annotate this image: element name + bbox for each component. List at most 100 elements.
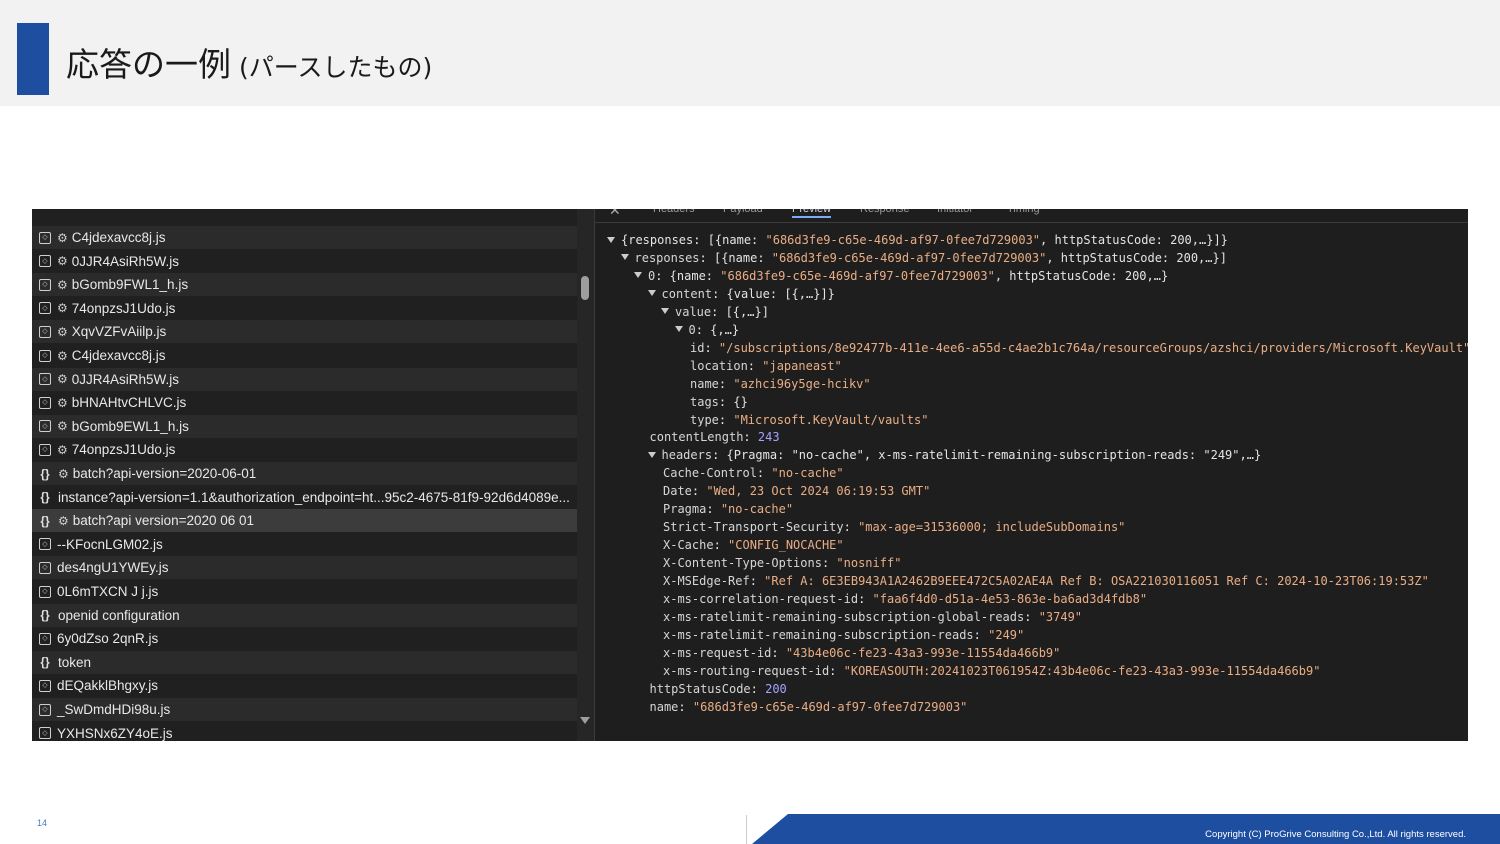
request-row[interactable]: ◇ 0L6mTXCN J j.js xyxy=(32,580,577,603)
request-name: 0JJR4AsiRh5W.js xyxy=(71,253,180,269)
json-token: X-Cache xyxy=(663,538,714,553)
gear-icon: ⚙ xyxy=(57,442,68,457)
request-row[interactable]: ◇ ⚙ C4jdexavcc8j.js xyxy=(32,226,577,249)
json-token: httpStatusCode xyxy=(649,681,751,696)
json-token: "Wed, 23 Oct 2024 06:19:53 GMT" xyxy=(706,484,931,499)
gear-icon: ⚙ xyxy=(58,466,69,481)
request-name: batch?api version=2020 06 01 xyxy=(72,513,255,529)
json-line: Date: "Wed, 23 Oct 2024 06:19:53 GMT" xyxy=(663,483,930,500)
json-token: "Ref A: 6E3EB943A1A2462B9EEE472C5A02AE4A… xyxy=(764,574,1429,589)
json-line[interactable]: value: [{,…}] xyxy=(661,304,769,321)
json-token: 243 xyxy=(757,430,780,445)
json-token: "3749" xyxy=(1038,609,1083,624)
request-row[interactable]: {} ⚙ batch?api version=2020 06 01 xyxy=(32,509,577,533)
request-row[interactable]: ◇ ⚙ C4jdexavcc8j.js xyxy=(32,344,577,367)
json-line: id: "/subscriptions/8e92477b-411e-4ee6-a… xyxy=(690,340,1468,357)
tab-initiator[interactable]: Initiator xyxy=(937,209,973,215)
json-token: : xyxy=(704,340,719,355)
json-line[interactable]: 0: {,…} xyxy=(674,322,739,339)
request-name: dEQakklBhgxy.js xyxy=(57,678,159,694)
json-token: : xyxy=(713,538,729,553)
json-line: X-Content-Type-Options: "nosniff" xyxy=(663,555,901,572)
request-row[interactable]: ◇ ⚙ 0JJR4AsiRh5W.js xyxy=(32,250,577,273)
request-row[interactable]: ◇ des4ngU1YWEy.js xyxy=(32,556,577,580)
json-line[interactable]: responses: [{name: "686d3fe9-c65e-469d-a… xyxy=(620,250,1227,267)
json-token: "686d3fe9-c65e-469d-af97-0fee7d729003" xyxy=(765,233,1041,247)
gear-icon: ⚙ xyxy=(57,372,68,387)
json-line: x-ms-ratelimit-remaining-subscription-gl… xyxy=(663,609,1082,626)
braces-icon: {} xyxy=(40,655,50,670)
json-token: : xyxy=(749,574,765,589)
tab-headers[interactable]: Headers xyxy=(653,209,695,215)
request-list-scrollbar[interactable] xyxy=(577,209,594,741)
request-row[interactable]: ◇ --KFocnLGM02.js xyxy=(32,533,577,556)
json-line[interactable]: content: {value: [{,…}]} xyxy=(647,286,835,303)
expand-triangle-icon[interactable] xyxy=(674,326,683,333)
json-token: "no-cache" xyxy=(771,466,844,481)
file-icon: ◇ xyxy=(39,396,51,409)
json-token: : xyxy=(718,412,734,427)
tab-preview[interactable]: Preview xyxy=(792,209,832,218)
json-token: : xyxy=(691,484,707,499)
expand-triangle-icon[interactable] xyxy=(661,308,669,315)
expand-triangle-icon[interactable] xyxy=(607,236,615,243)
json-token: x-ms-ratelimit-remaining-subscription-re… xyxy=(663,627,974,642)
json-token: Date xyxy=(663,484,692,499)
json-token: : xyxy=(678,699,693,714)
gear-icon: ⚙ xyxy=(57,277,68,292)
request-row[interactable]: ◇ ⚙ 74onpzsJ1Udo.js xyxy=(32,438,577,461)
json-token: {responses: [{name: xyxy=(621,233,766,247)
json-token: headers xyxy=(661,448,713,463)
json-line: type: "Microsoft.KeyVault/vaults" xyxy=(690,412,928,429)
json-line[interactable]: headers: {Pragma: "no-cache", x-ms-ratel… xyxy=(647,447,1261,464)
tab-timing[interactable]: Timing xyxy=(1007,209,1040,215)
request-row[interactable]: ◇ ⚙ 0JJR4AsiRh5W.js xyxy=(32,367,577,391)
scroll-down-icon[interactable] xyxy=(580,717,590,724)
json-line: location: "japaneast" xyxy=(690,358,842,375)
expand-triangle-icon[interactable] xyxy=(634,272,642,279)
request-row[interactable]: ◇ 6y0dZso 2qnR.js xyxy=(32,627,577,650)
expand-triangle-icon[interactable] xyxy=(647,290,656,297)
json-token: "no-cache" xyxy=(720,502,794,517)
gear-icon: ⚙ xyxy=(57,254,68,269)
request-row[interactable]: {} token xyxy=(32,650,577,674)
file-icon: ◇ xyxy=(39,302,51,315)
json-token: "KOREASOUTH:20241023T061954Z:43b4e06c-fe… xyxy=(843,663,1321,678)
request-row[interactable]: ◇ ⚙ XqvVZFvAiilp.js xyxy=(32,320,577,344)
json-line[interactable]: {responses: [{name: "686d3fe9-c65e-469d-… xyxy=(607,232,1228,249)
gear-icon: ⚙ xyxy=(57,301,68,316)
request-row[interactable]: {} openid configuration xyxy=(32,603,577,627)
json-token: content xyxy=(661,286,713,301)
file-icon: ◇ xyxy=(39,278,51,291)
request-name: YXHSNx6ZY4oE.js xyxy=(57,725,173,741)
request-row[interactable]: {} ⚙ batch?api-version=2020-06-01 xyxy=(32,462,577,485)
request-row[interactable]: {} instance?api-version=1.1&authorization… xyxy=(32,486,577,509)
tab-payload[interactable]: Payload xyxy=(723,209,763,215)
json-line: x-ms-correlation-request-id: "faa6f4d0-d… xyxy=(663,591,1147,608)
tab-response[interactable]: Response xyxy=(860,209,910,215)
json-token: "no-cache" xyxy=(791,448,864,463)
request-row[interactable]: ◇ YXHSNx6ZY4oE.js xyxy=(32,722,577,741)
json-token: contentLength xyxy=(649,430,744,445)
json-line: X-Cache: "CONFIG_NOCACHE" xyxy=(663,537,844,554)
file-row-partial[interactable] xyxy=(32,209,577,226)
request-row[interactable]: ◇ ⚙ bGomb9EWL1_h.js xyxy=(32,414,577,438)
file-icon: ◇ xyxy=(39,231,51,244)
request-row[interactable]: ◇ _SwDmdHDi98u.js xyxy=(32,698,577,721)
scroll-thumb[interactable] xyxy=(581,276,589,300)
expand-triangle-icon[interactable] xyxy=(620,254,629,261)
json-token: : xyxy=(771,645,786,660)
close-icon[interactable]: ✕ xyxy=(609,209,621,219)
request-row[interactable]: ◇ ⚙ 74onpzsJ1Udo.js xyxy=(32,297,577,320)
json-line[interactable]: 0: {name: "686d3fe9-c65e-469d-af97-0fee7… xyxy=(634,268,1168,285)
request-row[interactable]: ◇ ⚙ bHNAHtvCHLVC.js xyxy=(32,391,577,414)
json-token: : xyxy=(829,663,844,678)
request-row[interactable]: ◇ ⚙ bGomb9FWL1_h.js xyxy=(32,273,577,297)
expand-triangle-icon[interactable] xyxy=(647,451,656,458)
file-icon: ◇ xyxy=(39,679,51,692)
json-token: : xyxy=(743,430,758,445)
json-token: : {Pragma: xyxy=(712,448,792,463)
request-row[interactable]: ◇ dEQakklBhgxy.js xyxy=(32,674,577,697)
json-line: Strict-Transport-Security: "max-age=3153… xyxy=(663,519,1125,536)
json-token: "686d3fe9-c65e-469d-af97-0fee7d729003" xyxy=(720,268,995,283)
